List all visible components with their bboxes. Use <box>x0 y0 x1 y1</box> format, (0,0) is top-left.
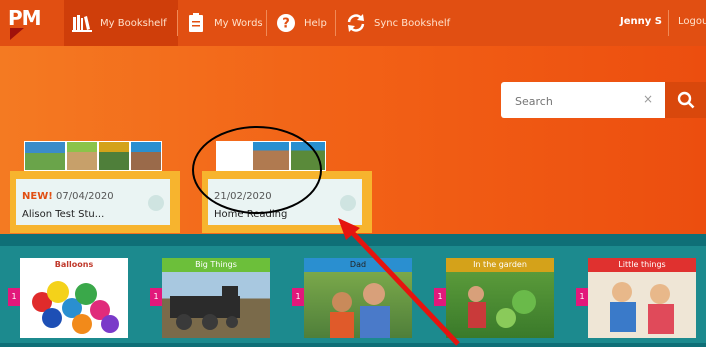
book-cover-image <box>588 272 696 338</box>
book-thumbnail <box>66 141 98 171</box>
pm-logo[interactable]: PM <box>6 6 44 40</box>
nav-sync-bookshelf[interactable]: Sync Bookshelf <box>346 0 450 46</box>
user-name[interactable]: Jenny S <box>620 16 662 27</box>
nav-my-bookshelf[interactable]: My Bookshelf <box>64 0 178 46</box>
book-title: Balloons <box>20 258 128 272</box>
book-card[interactable]: Little things 1 <box>576 258 696 338</box>
divider <box>177 10 178 36</box>
book-thumbnail <box>24 141 66 171</box>
book-card[interactable]: Big Things 1 <box>150 258 270 338</box>
top-nav: PM My Bookshelf My Words ? Help Sync Boo… <box>0 0 706 46</box>
level-badge: 1 <box>8 288 20 306</box>
bookshelf-card-label: NEW! 07/04/2020 Alison Test Stu... <box>16 179 170 225</box>
annotation-circle <box>192 126 322 214</box>
book-cover-image <box>162 272 270 338</box>
level-badge: 1 <box>576 288 588 306</box>
nav-help[interactable]: ? Help <box>276 0 327 46</box>
bookshelf-badge-icon <box>148 195 164 211</box>
logo-text: PM <box>8 6 42 30</box>
level-badge: 1 <box>150 288 162 306</box>
logo-flag-icon <box>10 28 24 40</box>
book-thumbnail <box>130 141 162 171</box>
bookshelf-title: Alison Test Stu... <box>22 209 105 220</box>
date-text: 07/04/2020 <box>55 191 114 202</box>
book-title: Little things <box>588 258 696 272</box>
divider <box>668 10 669 36</box>
nav-my-words[interactable]: My Words <box>186 0 263 46</box>
clipboard-icon <box>186 13 206 33</box>
nav-label: Sync Bookshelf <box>374 17 451 29</box>
bookshelf-icon <box>72 13 92 33</box>
nav-label: My Words <box>214 17 263 29</box>
nav-label: Help <box>304 17 327 29</box>
help-icon: ? <box>276 13 296 33</box>
book-thumbnail <box>98 141 130 171</box>
divider <box>266 10 267 36</box>
book-card[interactable]: Balloons 1 <box>8 258 128 338</box>
book-title: Big Things <box>162 258 270 272</box>
svg-text:?: ? <box>282 17 290 32</box>
bookshelf-badge-icon <box>340 195 356 211</box>
search-input[interactable] <box>513 90 637 112</box>
search-button[interactable] <box>665 82 706 118</box>
bookshelf-date: NEW! 07/04/2020 <box>22 191 114 202</box>
sync-icon <box>346 13 366 33</box>
bookshelf-card[interactable]: NEW! 07/04/2020 Alison Test Stu... <box>10 171 180 233</box>
divider <box>335 10 336 36</box>
clear-icon[interactable]: × <box>643 92 653 106</box>
search-icon <box>677 91 694 109</box>
bookshelf-thumbnails <box>24 141 174 171</box>
nav-label: My Bookshelf <box>100 17 167 29</box>
annotation-arrow <box>338 218 460 346</box>
level-badge: 1 <box>292 288 304 306</box>
logout-link[interactable]: Logout <box>678 16 706 27</box>
book-cover-image <box>20 272 128 338</box>
search-box: × <box>501 82 665 118</box>
new-badge: NEW! <box>22 191 53 202</box>
